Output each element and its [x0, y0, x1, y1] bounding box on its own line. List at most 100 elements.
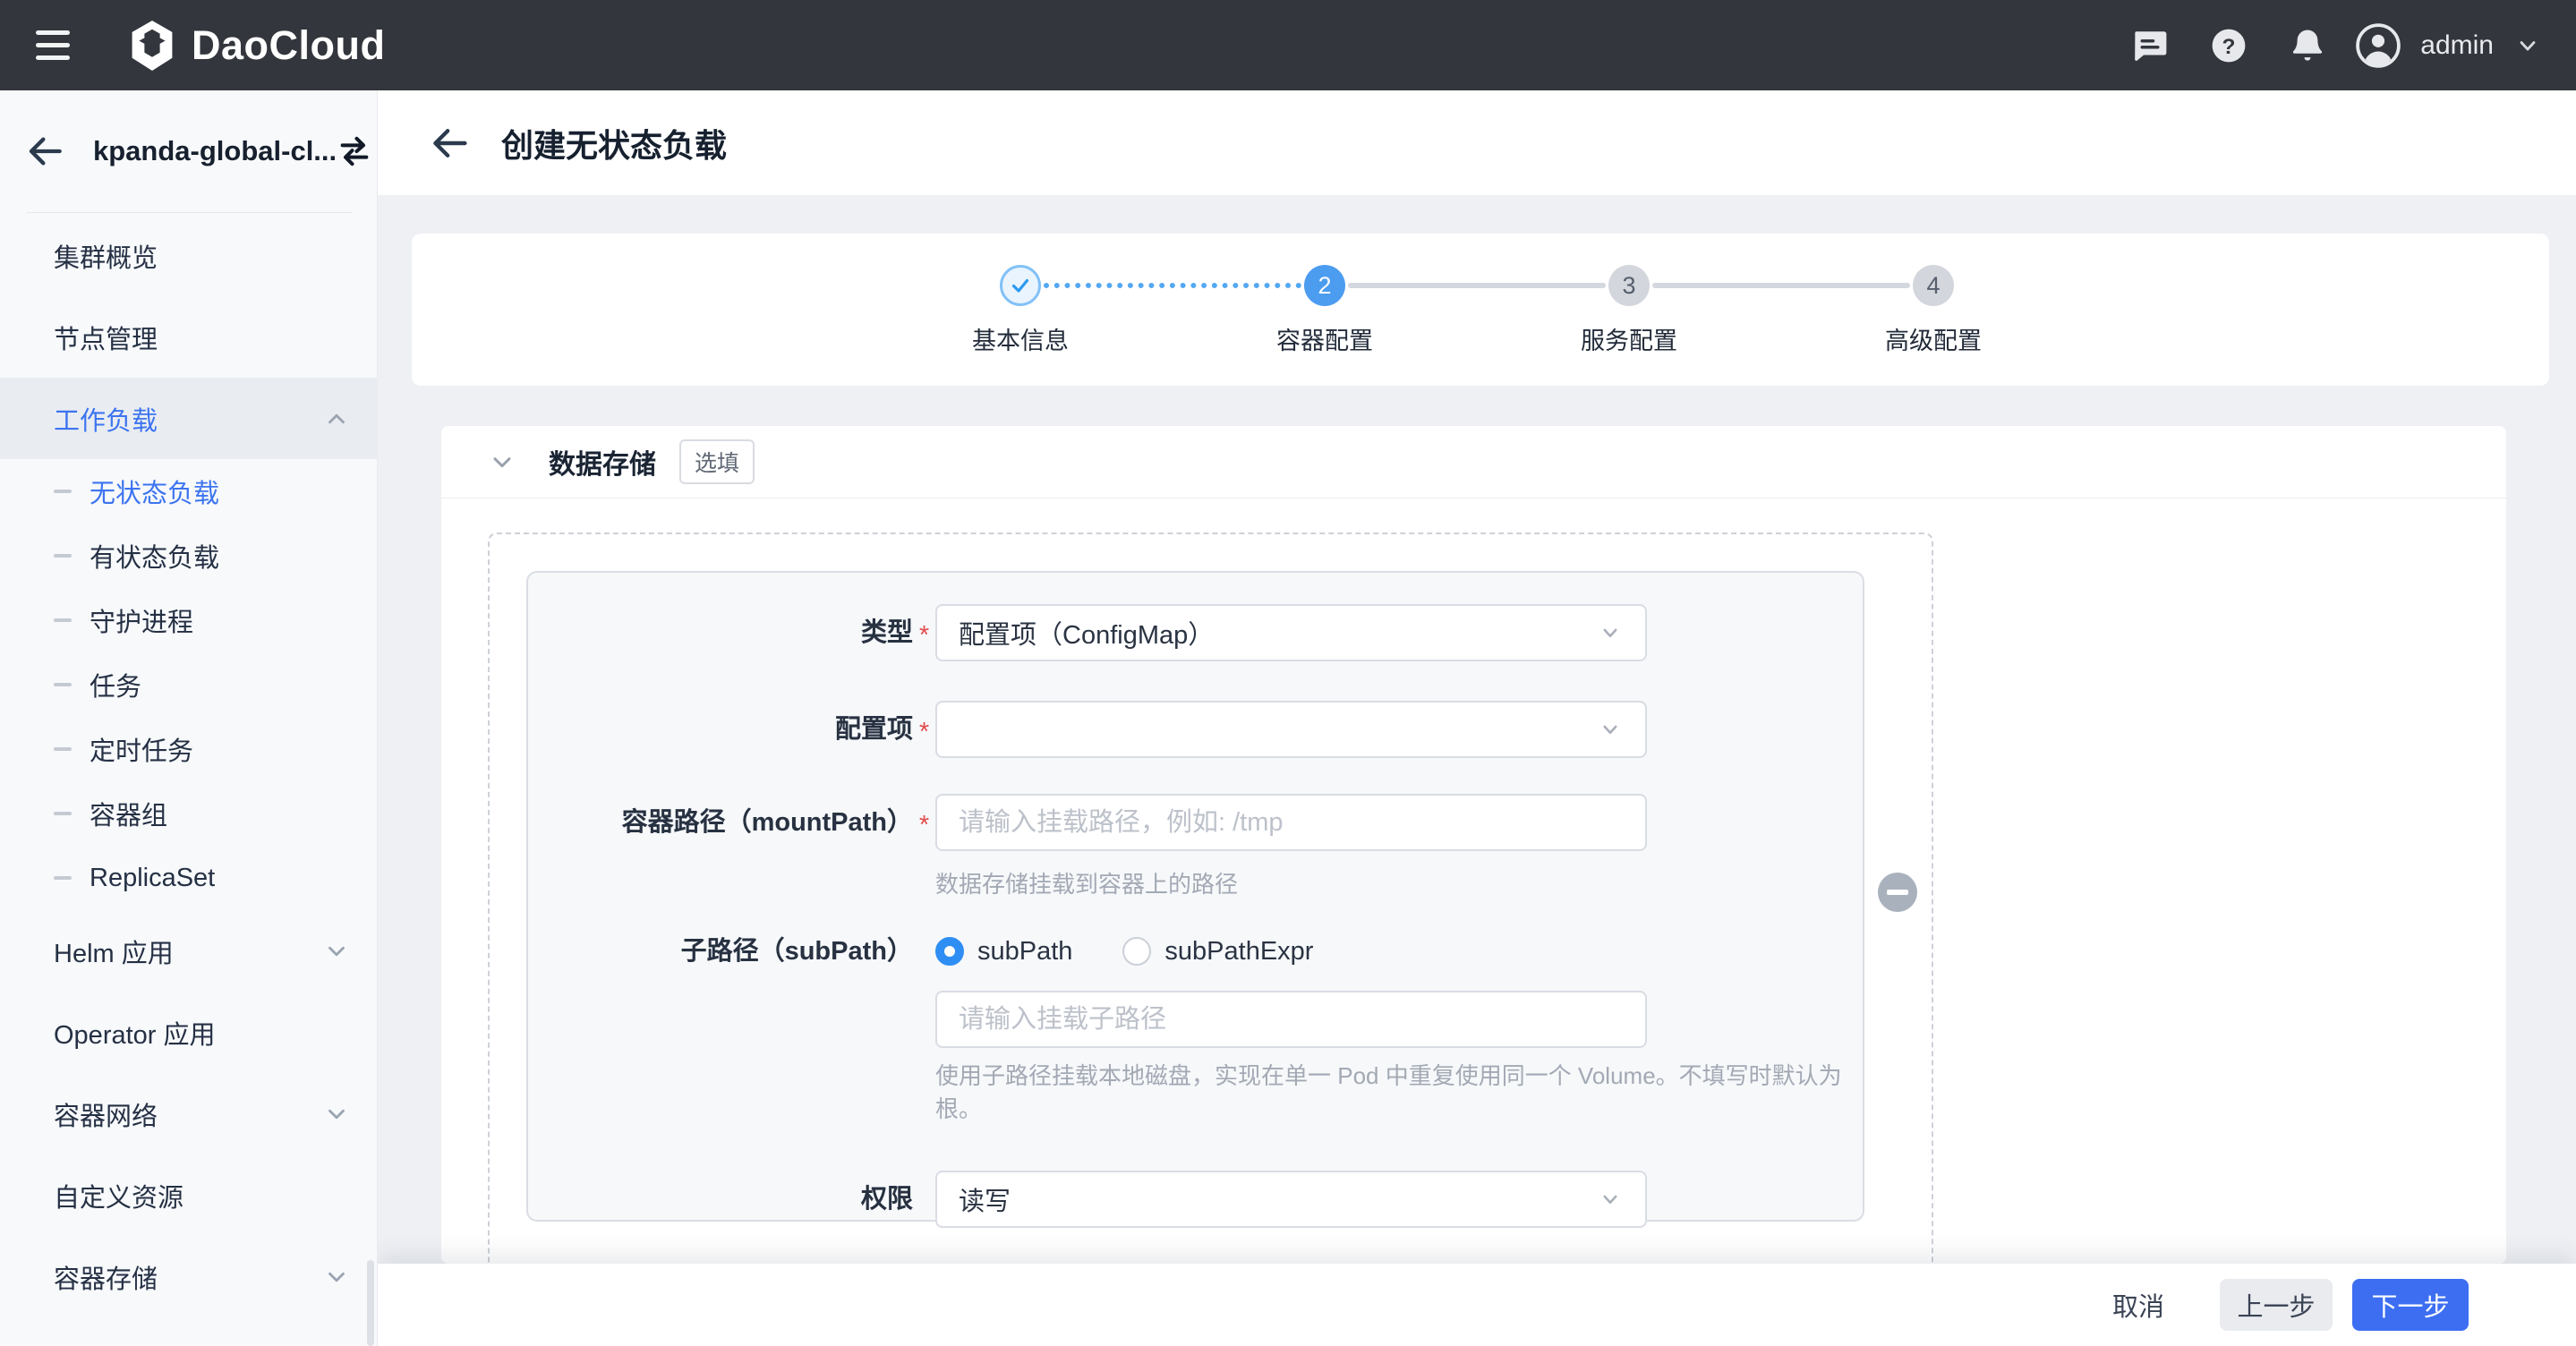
sidebar-item-label: 容器存储	[54, 1258, 158, 1296]
section-title: 数据存储	[549, 442, 656, 481]
sidebar-header: kpanda-global-cl...	[0, 90, 377, 212]
svg-text:?: ?	[2222, 34, 2236, 58]
form-row-sub-path: 子路径（subPath） * subPath subPathExpr	[528, 932, 1863, 971]
page-title: 创建无状态负载	[501, 120, 727, 166]
step-advanced-config[interactable]: 4 高级配置	[1835, 234, 2032, 356]
previous-step-button[interactable]: 上一步	[2220, 1279, 2333, 1331]
cancel-button[interactable]: 取消	[2112, 1286, 2164, 1324]
mount-path-helper: 数据存储挂载到容器上的路径	[935, 866, 1863, 899]
check-icon	[1010, 275, 1031, 296]
configmap-select[interactable]	[935, 701, 1647, 758]
user-menu[interactable]: admin	[2356, 23, 2540, 68]
form-row-mount-path: 容器路径（mountPath） *	[528, 794, 1863, 856]
type-select-value: 配置项（ConfigMap）	[959, 614, 1597, 652]
required-asterisk: *	[913, 794, 935, 856]
step-label: 基本信息	[922, 321, 1119, 356]
sidebar-nav: 集群概览 节点管理 工作负载 无状态负载 有状态负载 守护进程 任务 定时任务 …	[0, 212, 377, 1317]
sidebar-item-container-network[interactable]: 容器网络	[0, 1073, 377, 1154]
step-label: 服务配置	[1531, 321, 1727, 356]
mount-path-input[interactable]	[935, 794, 1647, 851]
mount-path-label: 容器路径（mountPath）	[528, 794, 913, 851]
dash-icon	[54, 554, 72, 558]
sidebar-item-label: 守护进程	[90, 601, 193, 639]
minus-icon	[1887, 890, 1908, 895]
stepper: 基本信息 2 容器配置 3 服务配置 4 高级配置	[412, 234, 2549, 386]
wizard-footer: 取消 上一步 下一步	[378, 1264, 2576, 1346]
sub-path-radio[interactable]: subPath	[935, 937, 1072, 967]
optional-badge: 选填	[679, 439, 755, 484]
sidebar-scrollbar[interactable]	[367, 1260, 374, 1346]
step-container-config[interactable]: 2 容器配置	[1226, 234, 1423, 356]
step-service-config[interactable]: 3 服务配置	[1531, 234, 1727, 356]
chevron-down-icon	[323, 938, 350, 965]
dash-icon	[54, 876, 72, 880]
page-back-arrow-icon[interactable]	[430, 124, 469, 163]
configmap-label: 配置项	[528, 701, 913, 758]
sidebar-divider	[27, 212, 352, 213]
sidebar-item-workloads[interactable]: 工作负载	[0, 378, 377, 459]
cluster-back-arrow-icon[interactable]	[27, 133, 63, 169]
sidebar-item-label: 自定义资源	[54, 1177, 183, 1214]
main-content: 基本信息 2 容器配置 3 服务配置 4 高级配置 数据存储 选填	[378, 195, 2576, 1264]
step-basic-info[interactable]: 基本信息	[922, 234, 1119, 356]
sub-path-input[interactable]	[935, 991, 1647, 1048]
topbar: DaoCloud ? admin	[0, 0, 2576, 90]
sidebar-item-stateful-workloads[interactable]: 有状态负载	[0, 524, 377, 588]
sidebar-item-node-management[interactable]: 节点管理	[0, 296, 377, 378]
sidebar-item-daemonset[interactable]: 守护进程	[0, 588, 377, 652]
permission-select[interactable]: 读写	[935, 1171, 1647, 1228]
sidebar-item-operator-apps[interactable]: Operator 应用	[0, 992, 377, 1073]
radio-label: subPathExpr	[1164, 937, 1313, 967]
switch-cluster-icon[interactable]	[337, 133, 372, 169]
cluster-name[interactable]: kpanda-global-cl...	[93, 135, 337, 167]
permission-label: 权限	[528, 1171, 913, 1228]
volume-form-card: 类型 * 配置项（ConfigMap） 配置项 *	[526, 571, 1864, 1222]
collapse-chevron-icon[interactable]	[488, 447, 516, 476]
sidebar-item-pods[interactable]: 容器组	[0, 781, 377, 846]
sidebar-item-label: 任务	[90, 666, 141, 703]
sidebar-item-cronjobs[interactable]: 定时任务	[0, 717, 377, 781]
sub-path-label: 子路径（subPath）	[528, 932, 913, 971]
username: admin	[2420, 30, 2494, 61]
dash-icon	[54, 490, 72, 493]
remove-volume-button[interactable]	[1878, 873, 1917, 912]
sidebar-item-cluster-overview[interactable]: 集群概览	[0, 215, 377, 296]
avatar-icon	[2356, 23, 2401, 68]
hamburger-menu-icon[interactable]	[36, 22, 70, 68]
permission-select-value: 读写	[959, 1180, 1597, 1218]
data-storage-header[interactable]: 数据存储 选填	[441, 426, 2506, 498]
chevron-down-icon	[1597, 619, 1624, 646]
app-root: DaoCloud ? admin kpanda-global-cl	[0, 0, 2576, 1346]
sidebar-item-label: Helm 应用	[54, 933, 174, 970]
sub-path-expr-radio[interactable]: subPathExpr	[1122, 937, 1313, 967]
form-row-type: 类型 * 配置项（ConfigMap）	[528, 604, 1863, 667]
sidebar-item-custom-resources[interactable]: 自定义资源	[0, 1154, 377, 1236]
step-number-circle: 4	[1913, 265, 1954, 306]
required-asterisk: *	[913, 701, 935, 763]
sidebar-item-stateless-workloads[interactable]: 无状态负载	[0, 459, 377, 524]
brand-logo[interactable]: DaoCloud	[129, 21, 385, 71]
sidebar-item-label: Operator 应用	[54, 1014, 216, 1052]
radio-unselected-icon	[1122, 937, 1151, 966]
sidebar-item-label: 集群概览	[54, 237, 158, 275]
form-row-permission: 权限 * 读写	[528, 1171, 1863, 1233]
sidebar-item-jobs[interactable]: 任务	[0, 652, 377, 717]
type-select[interactable]: 配置项（ConfigMap）	[935, 604, 1647, 661]
messages-icon[interactable]	[2127, 22, 2173, 69]
help-icon[interactable]: ?	[2205, 22, 2252, 69]
sidebar-item-label: 无状态负载	[90, 473, 219, 510]
chevron-down-icon	[2515, 33, 2540, 58]
brand-name: DaoCloud	[192, 22, 385, 69]
sidebar-item-label: ReplicaSet	[90, 864, 215, 893]
daocloud-cube-icon	[129, 21, 175, 71]
next-step-button[interactable]: 下一步	[2352, 1279, 2469, 1331]
sidebar-item-replicaset[interactable]: ReplicaSet	[0, 846, 377, 910]
chevron-down-icon	[323, 1101, 350, 1128]
radio-selected-icon	[935, 937, 964, 966]
topbar-actions: ? admin	[2094, 22, 2540, 69]
sidebar-item-container-storage[interactable]: 容器存储	[0, 1236, 377, 1317]
required-asterisk: *	[913, 604, 935, 667]
sidebar-item-helm-apps[interactable]: Helm 应用	[0, 910, 377, 992]
notifications-bell-icon[interactable]	[2284, 22, 2331, 69]
step-number-circle: 2	[1304, 265, 1345, 306]
